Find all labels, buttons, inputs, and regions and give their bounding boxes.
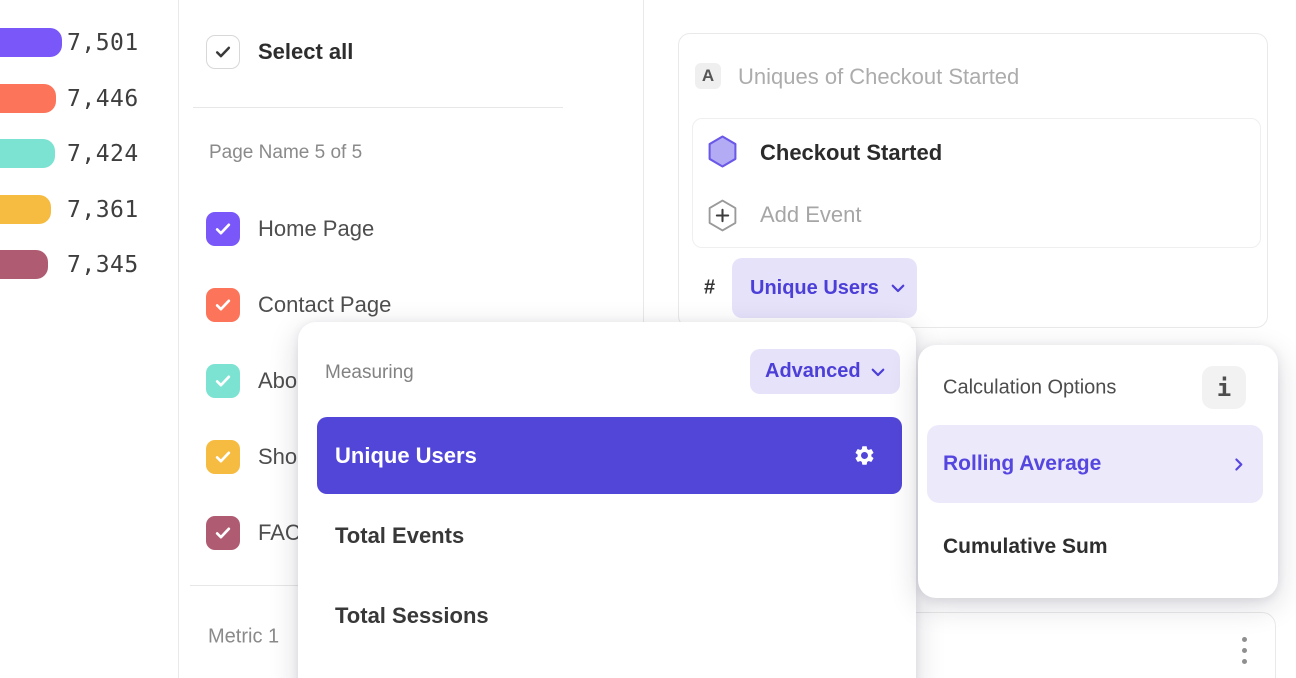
- event-name[interactable]: Checkout Started: [760, 140, 942, 166]
- bar-segment[interactable]: [0, 84, 56, 113]
- gear-icon[interactable]: [853, 444, 876, 467]
- bar-segment[interactable]: [0, 250, 48, 279]
- checkbox-label: Sho: [258, 444, 297, 470]
- event-block: Checkout Started Add Event: [692, 118, 1261, 248]
- measurement-type-symbol: #: [704, 277, 715, 300]
- bar-value: 7,424: [67, 141, 139, 167]
- chevron-right-icon: [1230, 456, 1247, 473]
- event-hexagon-icon: [708, 135, 737, 168]
- add-event-icon[interactable]: [708, 199, 737, 232]
- check-icon: [213, 523, 233, 543]
- check-icon: [213, 447, 233, 467]
- left-column-divider: [178, 0, 179, 678]
- checkbox-home-page[interactable]: [206, 212, 240, 246]
- measurement-dropdown-label: Unique Users: [750, 277, 879, 300]
- checkbox-label: FAC: [258, 520, 301, 546]
- add-event-label[interactable]: Add Event: [760, 202, 862, 228]
- checkbox-contact-page[interactable]: [206, 288, 240, 322]
- measurement-dropdown[interactable]: Unique Users: [732, 258, 917, 318]
- select-all-label: Select all: [258, 39, 353, 65]
- bar-segment[interactable]: [0, 28, 62, 57]
- menu-option-total-sessions[interactable]: Total Sessions: [335, 603, 489, 629]
- bar-segment[interactable]: [0, 195, 51, 224]
- bar-value: 7,501: [67, 30, 139, 56]
- advanced-mode-dropdown[interactable]: Advanced: [750, 349, 900, 394]
- advanced-mode-label: Advanced: [765, 360, 861, 383]
- measuring-menu-title: Measuring: [325, 362, 414, 384]
- metric-row-badge: A: [695, 63, 721, 89]
- metric-name-input[interactable]: Uniques of Checkout Started: [738, 64, 1019, 90]
- calculation-options-title: Calculation Options: [943, 377, 1116, 400]
- checkbox-about-page[interactable]: [206, 364, 240, 398]
- menu-option-total-events[interactable]: Total Events: [335, 523, 464, 549]
- calculation-options-menu: Calculation Options i Rolling Average Cu…: [918, 345, 1278, 598]
- checkbox-label: Abo: [258, 368, 297, 394]
- measuring-menu: Measuring Advanced Unique Users Total Ev…: [298, 322, 916, 678]
- check-icon: [213, 371, 233, 391]
- check-icon: [213, 219, 233, 239]
- checkbox-label: Contact Page: [258, 292, 391, 318]
- checkbox-faq-page[interactable]: [206, 516, 240, 550]
- menu-option-unique-users[interactable]: Unique Users: [317, 417, 902, 494]
- bar-segment[interactable]: [0, 139, 55, 168]
- insights-query-screen: 7,501 7,446 7,424 7,361 7,345 Select all…: [0, 0, 1296, 678]
- select-all-checkbox[interactable]: [206, 35, 240, 69]
- menu-option-label: Unique Users: [335, 443, 477, 469]
- check-icon: [213, 295, 233, 315]
- chevron-down-icon: [889, 279, 907, 297]
- info-icon[interactable]: i: [1202, 366, 1246, 409]
- check-icon: [213, 42, 233, 62]
- query-builder-card: A Uniques of Checkout Started Checkout S…: [678, 33, 1268, 328]
- divider: [193, 107, 563, 108]
- bar-value: 7,446: [67, 86, 139, 112]
- group-by-label: Page Name 5 of 5: [209, 142, 362, 164]
- checkbox-shop-page[interactable]: [206, 440, 240, 474]
- menu-option-rolling-average[interactable]: Rolling Average: [927, 425, 1263, 503]
- menu-option-cumulative-sum[interactable]: Cumulative Sum: [943, 535, 1108, 559]
- more-options-icon[interactable]: [1242, 637, 1247, 664]
- menu-option-label: Rolling Average: [943, 452, 1101, 476]
- checkbox-label: Home Page: [258, 216, 374, 242]
- chevron-down-icon: [869, 363, 887, 381]
- bar-value: 7,345: [67, 252, 139, 278]
- metric-label: Metric 1: [208, 626, 279, 649]
- bar-value: 7,361: [67, 197, 139, 223]
